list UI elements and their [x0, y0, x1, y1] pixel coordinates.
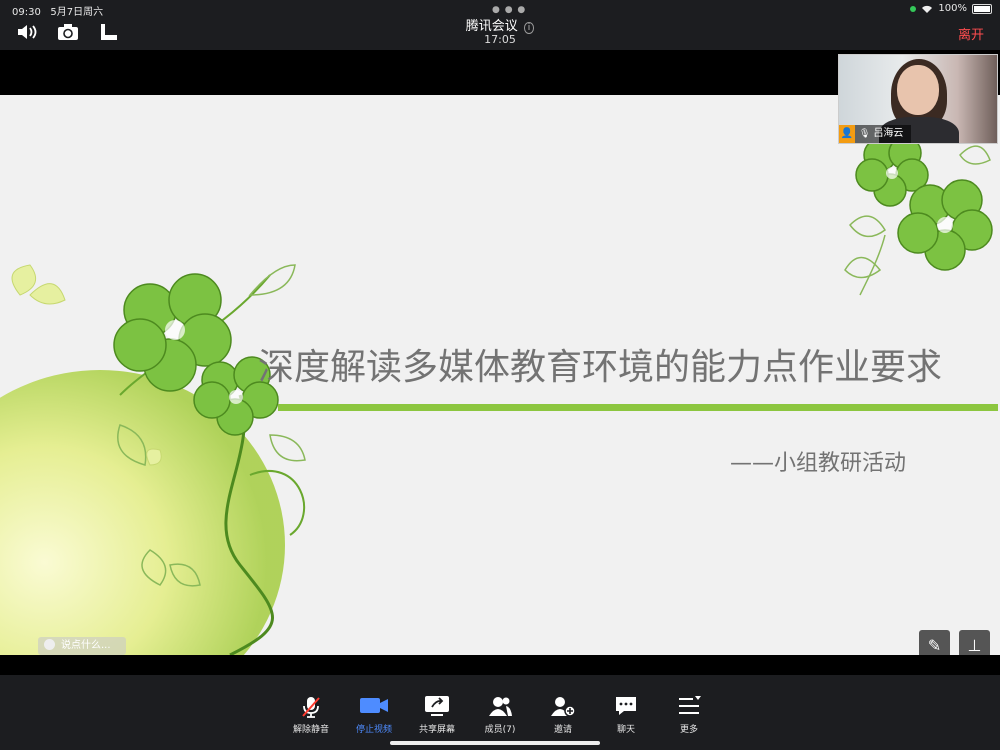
invite-button[interactable]: 邀请 [533, 695, 593, 735]
wifi-icon [922, 5, 933, 13]
slide-title: 深度解读多媒体教育环境的能力点作业要求 [258, 347, 943, 388]
more-menu-icon [659, 695, 719, 719]
invite-label: 邀请 [553, 725, 572, 735]
pin-icon: ⊥ [967, 636, 982, 655]
emoji-icon[interactable] [44, 639, 55, 650]
battery-percent: 100% [938, 3, 967, 14]
participant-face [897, 65, 939, 115]
stop-video-label: 停止视频 [355, 725, 392, 735]
more-dots-icon[interactable]: ● ● ● [492, 5, 526, 15]
more-button[interactable]: 更多 [659, 695, 719, 735]
share-screen-button[interactable]: 共享屏幕 [407, 695, 467, 735]
share-screen-label: 共享屏幕 [418, 725, 455, 735]
home-indicator[interactable] [390, 741, 600, 745]
members-button[interactable]: 成员(7) [470, 695, 530, 735]
participant-name: 吕海云 [873, 128, 904, 139]
top-bar: 09:30 5月7日周六 ● ● ● 100% 腾讯会议 i 17:05 离开 [0, 0, 1000, 50]
annotate-button[interactable]: ✎ [919, 630, 950, 655]
members-label: 成员(7) [484, 725, 516, 735]
slide-subtitle: ——小组教研活动 [730, 451, 907, 476]
slide-title-underline [278, 404, 998, 411]
more-label: 更多 [679, 725, 698, 735]
video-camera-icon [344, 695, 404, 719]
chat-label: 聊天 [616, 725, 635, 735]
pen-icon: ✎ [927, 636, 942, 655]
comment-input[interactable]: 说点什么... [38, 637, 126, 655]
screen-share-icon [407, 695, 467, 719]
participant-video[interactable]: 👤 🎙 吕海云 [838, 54, 998, 144]
invite-icon [533, 695, 593, 719]
meeting-title-text: 腾讯会议 [465, 19, 518, 34]
battery-icon [972, 3, 992, 14]
unmute-button[interactable]: 解除静音 [281, 695, 341, 735]
chat-button[interactable]: 聊天 [596, 695, 656, 735]
camera-indicator-icon [910, 5, 917, 12]
meeting-title: 腾讯会议 i [0, 15, 1000, 34]
chat-icon [596, 695, 656, 719]
members-icon [470, 695, 530, 719]
mic-icon: 🎙 [859, 129, 871, 139]
avatar-icon: 👤 [839, 125, 855, 143]
mic-muted-icon [281, 695, 341, 719]
participant-label: 👤 🎙 吕海云 [839, 125, 911, 143]
bottom-toolbar: 解除静音 停止视频 共享屏幕 成员(7) 邀请 聊天 更多 [0, 675, 1000, 750]
shared-slide: 深度解读多媒体教育环境的能力点作业要求 ——小组教研活动 说点什么... ✎ ⊥ [0, 95, 1000, 655]
page-indicator[interactable] [491, 653, 513, 655]
stop-video-button[interactable]: 停止视频 [344, 695, 404, 735]
comment-placeholder: 说点什么... [61, 640, 111, 651]
status-right: 100% [910, 3, 992, 14]
pin-button[interactable]: ⊥ [959, 630, 990, 655]
leave-button[interactable]: 离开 [958, 24, 984, 43]
unmute-label: 解除静音 [292, 725, 329, 735]
meeting-clock: 17:05 [484, 33, 516, 46]
